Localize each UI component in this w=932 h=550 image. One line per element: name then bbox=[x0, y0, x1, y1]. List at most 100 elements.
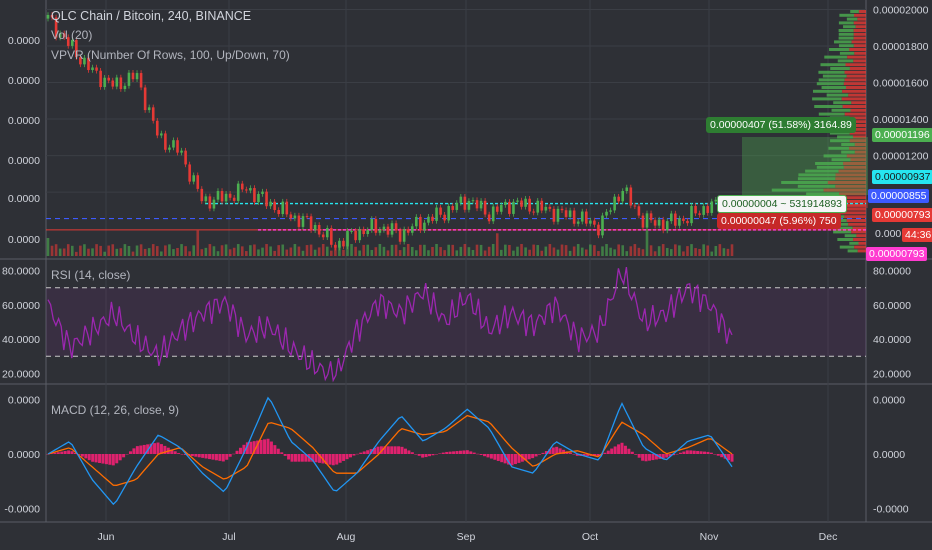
price-left-tick: 0.0000 bbox=[8, 155, 40, 167]
macd-histogram-bar bbox=[613, 446, 617, 454]
candle-body bbox=[536, 200, 540, 213]
volume-bar bbox=[232, 247, 236, 256]
chart-canvas[interactable]: Jun Jul Aug Sep Oct Nov Dec 0.00002000 0.0000180… bbox=[0, 0, 932, 550]
volume-bar bbox=[139, 244, 143, 256]
macd-histogram-bar bbox=[651, 454, 655, 461]
candle-body bbox=[423, 222, 426, 231]
candle-body bbox=[204, 196, 208, 202]
candle-body bbox=[390, 223, 394, 235]
price-right-tick: 0.00001800 bbox=[873, 41, 929, 53]
candle-body bbox=[313, 224, 317, 231]
volume-bar bbox=[435, 244, 438, 256]
vpvr-bar-up bbox=[837, 59, 854, 63]
candle-body bbox=[419, 216, 422, 231]
candle-body bbox=[257, 193, 260, 203]
macd-left-tick: -0.0000 bbox=[4, 503, 40, 515]
macd-histogram-bar bbox=[689, 450, 693, 454]
volume-bar bbox=[188, 251, 191, 256]
candle-body bbox=[698, 213, 701, 215]
countdown-tag: 44:36 bbox=[902, 228, 932, 242]
candle-body bbox=[236, 183, 240, 201]
volume-bar bbox=[613, 249, 616, 256]
macd-histogram-bar bbox=[421, 454, 425, 458]
price-right-tick: 0.00002000 bbox=[873, 4, 929, 16]
volume-bar bbox=[107, 245, 111, 256]
macd-histogram-bar bbox=[675, 453, 679, 455]
candle-body bbox=[576, 221, 580, 224]
volume-bar bbox=[216, 251, 220, 256]
candle-body bbox=[321, 234, 325, 238]
candle-body bbox=[589, 220, 592, 224]
candle-body bbox=[147, 107, 151, 111]
rsi-left-tick: 20.0000 bbox=[2, 368, 40, 380]
macd-histogram-bar bbox=[620, 442, 624, 454]
candle-body bbox=[665, 221, 669, 231]
measure-down-label: 0.00000047 (5.96%) 750 bbox=[717, 213, 841, 229]
volume-bar bbox=[455, 250, 459, 256]
candle-body bbox=[309, 216, 313, 231]
volume-bar bbox=[406, 244, 410, 256]
vpvr-bar-up bbox=[850, 10, 859, 13]
candle-body bbox=[354, 230, 357, 241]
vpvr-bar-down bbox=[843, 82, 866, 86]
macd-histogram-bar bbox=[156, 442, 160, 454]
candle-body bbox=[512, 201, 515, 214]
macd-histogram-bar bbox=[644, 454, 648, 462]
candle-body bbox=[487, 214, 491, 222]
macd-histogram-bar bbox=[692, 450, 696, 454]
vpvr-bar-up bbox=[837, 238, 854, 241]
candle-body bbox=[342, 240, 345, 247]
candle-body bbox=[111, 80, 115, 87]
volume-bar bbox=[451, 244, 455, 256]
volume-bar bbox=[208, 244, 212, 256]
candle-body bbox=[560, 208, 564, 211]
candle-body bbox=[427, 216, 430, 223]
vpvr-bar-down bbox=[849, 48, 866, 51]
candle-body bbox=[95, 67, 98, 71]
macd-histogram-bar bbox=[630, 451, 634, 454]
vpvr-bar-down bbox=[841, 97, 866, 101]
vpvr-bar-down bbox=[846, 74, 866, 78]
price-right-tick: 0.00001200 bbox=[873, 151, 929, 163]
macd-histogram-bar bbox=[314, 454, 318, 463]
volume-bar bbox=[706, 245, 710, 256]
macd-histogram-bar bbox=[424, 454, 428, 458]
macd-histogram-bar bbox=[60, 451, 64, 454]
volume-bar bbox=[653, 251, 657, 256]
measure-up-label: 0.00000407 (51.58%) 3164.89 bbox=[706, 117, 856, 133]
volume-bar bbox=[123, 244, 127, 256]
macd-histogram-bar bbox=[476, 453, 480, 455]
volume-bar bbox=[682, 251, 685, 256]
volume-bar bbox=[508, 244, 511, 256]
candle-body bbox=[119, 77, 123, 90]
macd-histogram-bar bbox=[190, 454, 194, 457]
macd-histogram-bar bbox=[91, 454, 95, 462]
volume-bar bbox=[184, 246, 187, 256]
x-tick-label: Jul bbox=[222, 531, 235, 543]
vpvr-bar-up bbox=[838, 32, 854, 36]
volume-bar bbox=[346, 233, 349, 256]
macd-histogram-bar bbox=[139, 445, 143, 454]
macd-histogram-bar bbox=[228, 454, 232, 457]
macd-histogram-bar bbox=[538, 454, 542, 455]
candle-body bbox=[297, 215, 301, 227]
macd-histogram-bar bbox=[269, 441, 273, 454]
volume-bar bbox=[269, 246, 272, 256]
macd-histogram-bar bbox=[685, 450, 689, 454]
volume-bar bbox=[160, 251, 163, 256]
macd-histogram-bar bbox=[445, 451, 449, 454]
volume-bar bbox=[350, 244, 353, 256]
candle-body bbox=[228, 193, 232, 198]
macd-histogram-bar bbox=[709, 452, 713, 454]
volume-bar bbox=[402, 247, 406, 256]
macd-histogram-bar bbox=[606, 450, 610, 454]
volume-bar bbox=[524, 247, 527, 256]
vol-indicator-label: Vol (20) bbox=[51, 28, 93, 42]
macd-histogram-bar bbox=[173, 451, 177, 454]
candle-body bbox=[386, 226, 390, 235]
macd-histogram-bar bbox=[410, 452, 414, 454]
macd-histogram-bar bbox=[703, 451, 707, 454]
macd-histogram-bar bbox=[287, 454, 291, 460]
candle-body bbox=[702, 206, 705, 215]
vpvr-bar-down bbox=[858, 10, 866, 13]
